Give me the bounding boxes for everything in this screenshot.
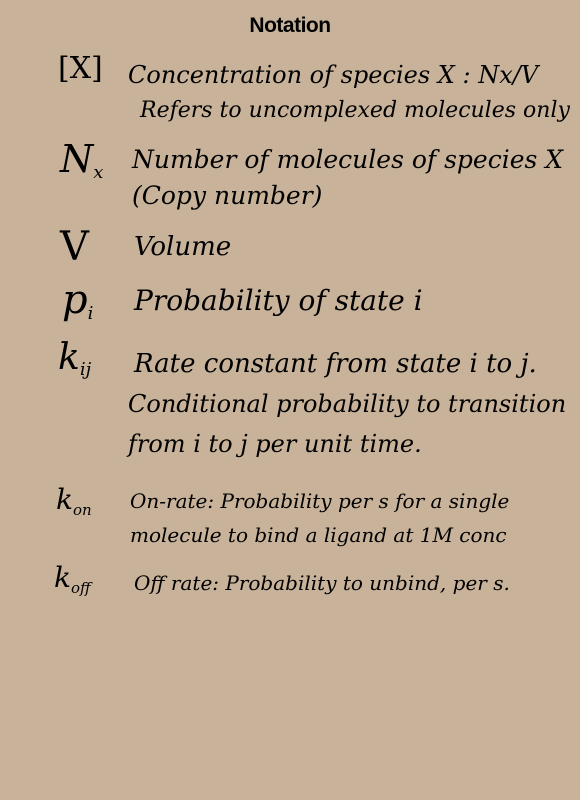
symbol-on-rate: kon (56, 486, 92, 518)
symbol-text: V (60, 224, 89, 270)
symbol-rate-constant: kij (58, 340, 91, 379)
symbol-off-rate: koff (54, 564, 91, 596)
symbol-text: [X] (58, 51, 103, 86)
definition-volume: Volume (134, 229, 231, 265)
symbol-concentration: [X] (58, 54, 103, 84)
symbol-text: N (60, 137, 94, 181)
symbol-volume: V (60, 227, 89, 267)
definition-line: Rate constant from state i to j. (134, 349, 537, 379)
definition-line: Concentration of species X : Nx/V (128, 61, 539, 89)
symbol-subscript: on (72, 501, 92, 519)
definition-line: from i to j per unit time. (128, 430, 422, 458)
symbol-subscript: ij (79, 359, 92, 380)
symbol-subscript: x (93, 162, 104, 183)
definition-line: Refers to uncomplexed molecules only (140, 98, 570, 123)
definition-line: On-rate: Probability per s for a single (130, 489, 510, 513)
definition-line: Off rate: Probability to unbind, per s. (134, 571, 510, 595)
definition-on-rate: On-rate: Probability per s for a single … (130, 484, 509, 552)
definition-copy-number: Number of molecules of species X (Copy n… (132, 142, 563, 214)
definition-line: Probability of state i (134, 284, 423, 317)
symbol-subscript: off (70, 579, 91, 597)
definition-off-rate: Off rate: Probability to unbind, per s. (134, 566, 510, 600)
symbol-subscript: i (87, 303, 94, 324)
symbol-text: k (54, 561, 71, 594)
definition-line: Volume (134, 232, 232, 262)
symbol-copy-number: Nx (60, 140, 103, 182)
symbol-text: k (58, 337, 80, 378)
definition-line: molecule to bind a ligand at 1M conc (130, 523, 507, 547)
definition-line: Conditional probability to transition (128, 390, 567, 418)
definition-rate-constant: Rate constant from state i to j. Conditi… (128, 344, 566, 464)
symbol-text: p (62, 277, 88, 323)
symbol-text: k (56, 483, 73, 516)
definition-line: (Copy number) (132, 181, 323, 210)
page-title: Notation (249, 14, 331, 37)
definition-probability: Probability of state i (134, 282, 423, 320)
definition-concentration: Concentration of species X : Nx/V Refers… (128, 57, 570, 129)
symbol-probability: pi (62, 280, 93, 323)
definition-line: Number of molecules of species X (132, 145, 564, 174)
